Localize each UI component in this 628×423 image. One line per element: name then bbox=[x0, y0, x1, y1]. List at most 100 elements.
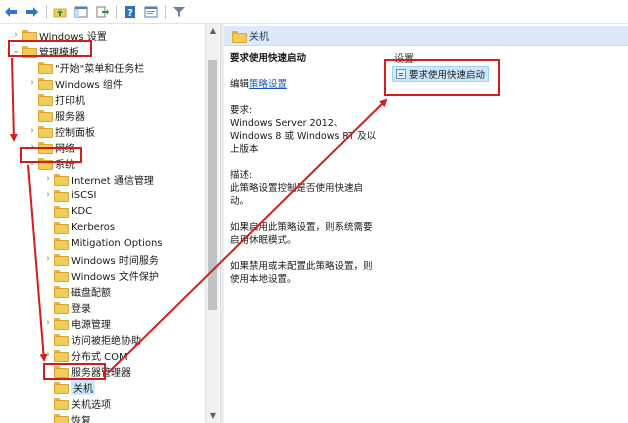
filter-button[interactable] bbox=[170, 3, 188, 21]
tree-item-label: 电源管理 bbox=[71, 319, 111, 331]
svg-text:?: ? bbox=[127, 8, 133, 18]
view-button[interactable] bbox=[142, 3, 160, 21]
tree-item-label: 访问被拒绝协助 bbox=[71, 335, 141, 347]
tree-item[interactable]: 磁盘配额 bbox=[42, 283, 111, 299]
tree-item[interactable]: 打印机 bbox=[26, 91, 85, 107]
tree-item-label: 磁盘配额 bbox=[71, 287, 111, 299]
tree-item[interactable]: Windows 文件保护 bbox=[42, 267, 159, 283]
tree-item[interactable]: 访问被拒绝协助 bbox=[42, 331, 141, 347]
folder-icon bbox=[54, 190, 69, 202]
chevron-right-icon[interactable]: › bbox=[26, 78, 38, 88]
tree-item-label: Kerberos bbox=[71, 221, 116, 233]
highlight-policy-item bbox=[384, 59, 500, 96]
description-section: 描述: 此策略设置控制是否使用快速启动。 bbox=[230, 169, 380, 208]
toolbar-separator bbox=[116, 4, 117, 19]
back-button[interactable] bbox=[2, 3, 20, 21]
settings-list: 设置 要求使用快速启动 bbox=[384, 46, 628, 423]
highlight-admin-templates bbox=[8, 40, 92, 57]
export-list-button[interactable] bbox=[93, 3, 111, 21]
edit-policy-link[interactable]: 策略设置 bbox=[249, 79, 287, 90]
folder-icon bbox=[54, 302, 69, 314]
tree-item[interactable]: 恢复 bbox=[42, 411, 91, 423]
tree-item-label: Windows 文件保护 bbox=[71, 271, 159, 283]
folder-icon bbox=[54, 414, 69, 423]
folder-icon bbox=[54, 286, 69, 298]
chevron-right-icon[interactable]: › bbox=[42, 254, 54, 264]
toolbar-separator bbox=[165, 4, 166, 19]
help-button[interactable]: ? bbox=[121, 3, 139, 21]
edit-prefix: 编辑 bbox=[230, 79, 250, 90]
tree-item[interactable]: › Windows 时间服务 bbox=[42, 251, 159, 267]
tree-item-label: Windows 时间服务 bbox=[71, 255, 159, 267]
tree-item-label: 恢复 bbox=[71, 415, 91, 423]
tree-item[interactable]: 登录 bbox=[42, 299, 91, 315]
show-hide-tree-button[interactable] bbox=[72, 3, 90, 21]
folder-icon bbox=[54, 398, 69, 410]
chevron-right-icon[interactable]: › bbox=[26, 126, 38, 136]
up-folder-button[interactable] bbox=[51, 3, 69, 21]
tree-item-label: 登录 bbox=[71, 303, 91, 315]
requirements-label: 要求: bbox=[230, 105, 253, 116]
folder-icon bbox=[38, 62, 53, 74]
folder-icon bbox=[232, 30, 247, 43]
folder-icon bbox=[38, 78, 53, 90]
tree-item[interactable]: › 控制面板 bbox=[26, 123, 95, 139]
arrow-right-icon bbox=[26, 6, 38, 17]
enabled-text: 如果启用此策略设置，则系统需要启用休眠模式。 bbox=[230, 222, 373, 246]
tree-item[interactable]: 关机选项 bbox=[42, 395, 111, 411]
folder-icon bbox=[54, 270, 69, 282]
arrow-left-icon bbox=[5, 6, 17, 17]
tree-item[interactable]: 关机 bbox=[42, 379, 95, 395]
tree-item-label: iSCSI bbox=[71, 189, 97, 201]
tree-scrollbar[interactable]: ▲ ▼ bbox=[205, 24, 219, 423]
tree-item-label: Mitigation Options bbox=[71, 237, 163, 249]
tree-item-label: 控制面板 bbox=[55, 127, 95, 139]
folder-icon bbox=[54, 350, 69, 362]
chevron-right-icon[interactable]: › bbox=[42, 318, 54, 328]
chevron-right-icon[interactable]: › bbox=[42, 350, 54, 360]
folder-icon bbox=[54, 206, 69, 218]
folder-icon bbox=[54, 174, 69, 186]
folder-icon bbox=[54, 334, 69, 346]
requirements-section: 要求: Windows Server 2012、Windows 8 或 Wind… bbox=[230, 104, 380, 156]
tree-item-label: Internet 通信管理 bbox=[71, 175, 154, 187]
forward-button[interactable] bbox=[23, 3, 41, 21]
policy-title: 要求使用快速启动 bbox=[230, 53, 307, 64]
export-icon bbox=[96, 6, 109, 17]
tree-item-label: "开始"菜单和任务栏 bbox=[55, 63, 145, 75]
tree-item-label: 服务器 bbox=[55, 111, 85, 123]
chevron-right-icon[interactable]: › bbox=[42, 190, 54, 200]
tree-item-label: KDC bbox=[71, 205, 93, 217]
tree-item[interactable]: › iSCSI bbox=[42, 187, 96, 203]
details-header-title: 关机 bbox=[249, 32, 269, 43]
help-icon: ? bbox=[125, 5, 135, 18]
toolbar-separator bbox=[46, 4, 47, 19]
tree-item[interactable]: › 分布式 COM bbox=[42, 347, 128, 363]
tree-item-label: Windows 组件 bbox=[55, 79, 123, 91]
tree-item[interactable]: › Internet 通信管理 bbox=[42, 171, 154, 187]
console-tree-icon bbox=[74, 6, 88, 17]
tree-item[interactable]: Mitigation Options bbox=[42, 235, 163, 251]
disabled-text: 如果禁用或未配置此策略设置，则使用本地设置。 bbox=[230, 261, 373, 285]
window-icon bbox=[144, 6, 158, 17]
folder-icon bbox=[54, 254, 69, 266]
tree-item[interactable]: › 电源管理 bbox=[42, 315, 111, 331]
folder-icon bbox=[22, 30, 37, 42]
tree-item[interactable]: KDC bbox=[42, 203, 92, 219]
tree-item[interactable]: "开始"菜单和任务栏 bbox=[26, 59, 144, 75]
chevron-right-icon[interactable]: › bbox=[10, 30, 22, 40]
scroll-up-icon[interactable]: ▲ bbox=[206, 24, 220, 38]
tree-item[interactable]: 服务器 bbox=[26, 107, 85, 123]
folder-icon bbox=[38, 126, 53, 138]
tree-item[interactable]: Kerberos bbox=[42, 219, 115, 235]
chevron-right-icon[interactable]: › bbox=[42, 174, 54, 184]
scrollbar-thumb[interactable] bbox=[208, 60, 217, 310]
scroll-down-icon[interactable]: ▼ bbox=[206, 409, 220, 423]
tree-item-label: 关机选项 bbox=[71, 399, 111, 411]
folder-icon bbox=[54, 318, 69, 330]
filter-icon bbox=[173, 6, 185, 17]
folder-icon bbox=[54, 382, 69, 394]
console-tree: › Windows 设置 ⌄ 管理模板 "开始"菜单和任务栏 › Windows 组件 打印机… bbox=[0, 24, 220, 423]
tree-item[interactable]: › Windows 组件 bbox=[26, 75, 123, 91]
policy-description: 要求使用快速启动 编辑策略设置 要求: Windows Server 2012、… bbox=[230, 52, 380, 299]
